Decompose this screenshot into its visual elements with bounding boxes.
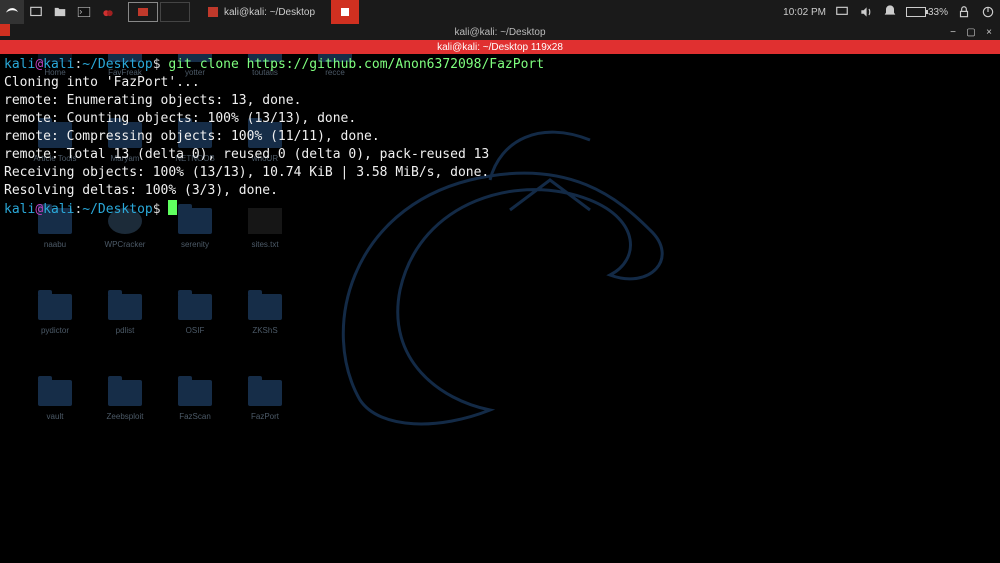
folder-icon: [178, 294, 212, 320]
prompt-dollar: $: [153, 57, 161, 72]
prompt-at: @: [35, 202, 43, 217]
output-line: remote: Counting objects: 100% (13/13), …: [4, 111, 356, 126]
show-desktop-button[interactable]: [24, 0, 48, 24]
taskbar-left: kali@kali: ~/Desktop: [0, 0, 359, 24]
desktop-icon-fazscan[interactable]: FazScan: [160, 380, 230, 458]
icon-label: serenity: [181, 240, 209, 249]
icon-label: ZKShS: [252, 326, 277, 335]
folder-icon: [108, 294, 142, 320]
desktop-icon-osif[interactable]: OSIF: [160, 294, 230, 372]
taskbar: kali@kali: ~/Desktop 10:02 PM 33%: [0, 0, 1000, 24]
folder-icon: [178, 380, 212, 406]
folder-icon: [38, 294, 72, 320]
icon-label: FazPort: [251, 412, 279, 421]
start-menu-button[interactable]: [0, 0, 24, 24]
icon-label: pydictor: [41, 326, 69, 335]
taskbar-item-terminal[interactable]: kali@kali: ~/Desktop: [198, 0, 325, 24]
terminal-launcher[interactable]: [72, 0, 96, 24]
file-manager-button[interactable]: [48, 0, 72, 24]
workspace-1[interactable]: [128, 2, 158, 22]
prompt-user: kali: [4, 57, 35, 72]
battery-indicator[interactable]: 33%: [906, 7, 948, 18]
icon-label: sites.txt: [251, 240, 278, 249]
output-line: remote: Total 13 (delta 0), reused 0 (de…: [4, 147, 489, 162]
terminal-tab[interactable]: kali@kali: ~/Desktop 119x28: [0, 40, 1000, 54]
folder-icon: [38, 380, 72, 406]
output-line: Cloning into 'FazPort'...: [4, 75, 200, 90]
workspace-2[interactable]: [160, 2, 190, 22]
icon-label: WPCracker: [105, 240, 146, 249]
prompt-user: kali: [4, 202, 35, 217]
power-icon[interactable]: [980, 4, 996, 20]
command-line: git clone https://github.com/Anon6372098…: [161, 57, 545, 72]
cherrytree-launcher[interactable]: [96, 0, 120, 24]
taskbar-item-recording[interactable]: [331, 0, 359, 24]
desktop-icon-pdlist[interactable]: pdlist: [90, 294, 160, 372]
prompt-host: kali: [43, 202, 74, 217]
desktop-icon-fazport[interactable]: FazPort: [230, 380, 300, 458]
lock-icon[interactable]: [956, 4, 972, 20]
terminal-titlebar[interactable]: kali@kali: ~/Desktop − ▢ ×: [0, 24, 1000, 40]
output-line: remote: Enumerating objects: 13, done.: [4, 93, 301, 108]
desktop-icon-vault[interactable]: vault: [20, 380, 90, 458]
volume-icon[interactable]: [858, 4, 874, 20]
terminal-tab-label: kali@kali: ~/Desktop 119x28: [437, 42, 563, 53]
cursor: [168, 200, 177, 215]
system-tray: 10:02 PM 33%: [783, 0, 1000, 24]
notifications-icon[interactable]: [882, 4, 898, 20]
icon-label: pdlist: [116, 326, 135, 335]
desktop-icon-zeebsploit[interactable]: Zeebsploit: [90, 380, 160, 458]
workspace-switcher[interactable]: [128, 2, 192, 22]
prompt-at: @: [35, 57, 43, 72]
display-icon[interactable]: [834, 4, 850, 20]
prompt-path: ~/Desktop: [82, 202, 152, 217]
icon-label: naabu: [44, 240, 66, 249]
clock[interactable]: 10:02 PM: [783, 7, 826, 18]
output-line: Receiving objects: 100% (13/13), 10.74 K…: [4, 165, 489, 180]
battery-percent: 33%: [928, 7, 948, 18]
prompt-host: kali: [43, 57, 74, 72]
terminal-title: kali@kali: ~/Desktop: [0, 27, 1000, 38]
icon-label: OSIF: [186, 326, 205, 335]
output-line: Resolving deltas: 100% (3/3), done.: [4, 183, 278, 198]
icon-label: Zeebsploit: [107, 412, 144, 421]
taskbar-item-label: kali@kali: ~/Desktop: [224, 7, 315, 18]
prompt-dollar: $: [153, 202, 161, 217]
terminal-window: kali@kali: ~/Desktop − ▢ × kali@kali: ~/…: [0, 24, 1000, 221]
desktop-icon-zkshs[interactable]: ZKShS: [230, 294, 300, 372]
folder-icon: [248, 380, 282, 406]
output-line: remote: Compressing objects: 100% (11/11…: [4, 129, 380, 144]
terminal-task-icon: [208, 7, 218, 17]
icon-label: FazScan: [179, 412, 211, 421]
folder-icon: [248, 294, 282, 320]
folder-icon: [108, 380, 142, 406]
prompt-path: ~/Desktop: [82, 57, 152, 72]
icon-label: vault: [47, 412, 64, 421]
desktop-icon-pydictor[interactable]: pydictor: [20, 294, 90, 372]
terminal-body[interactable]: kali@kali:~/Desktop$ git clone https://g…: [0, 54, 1000, 221]
